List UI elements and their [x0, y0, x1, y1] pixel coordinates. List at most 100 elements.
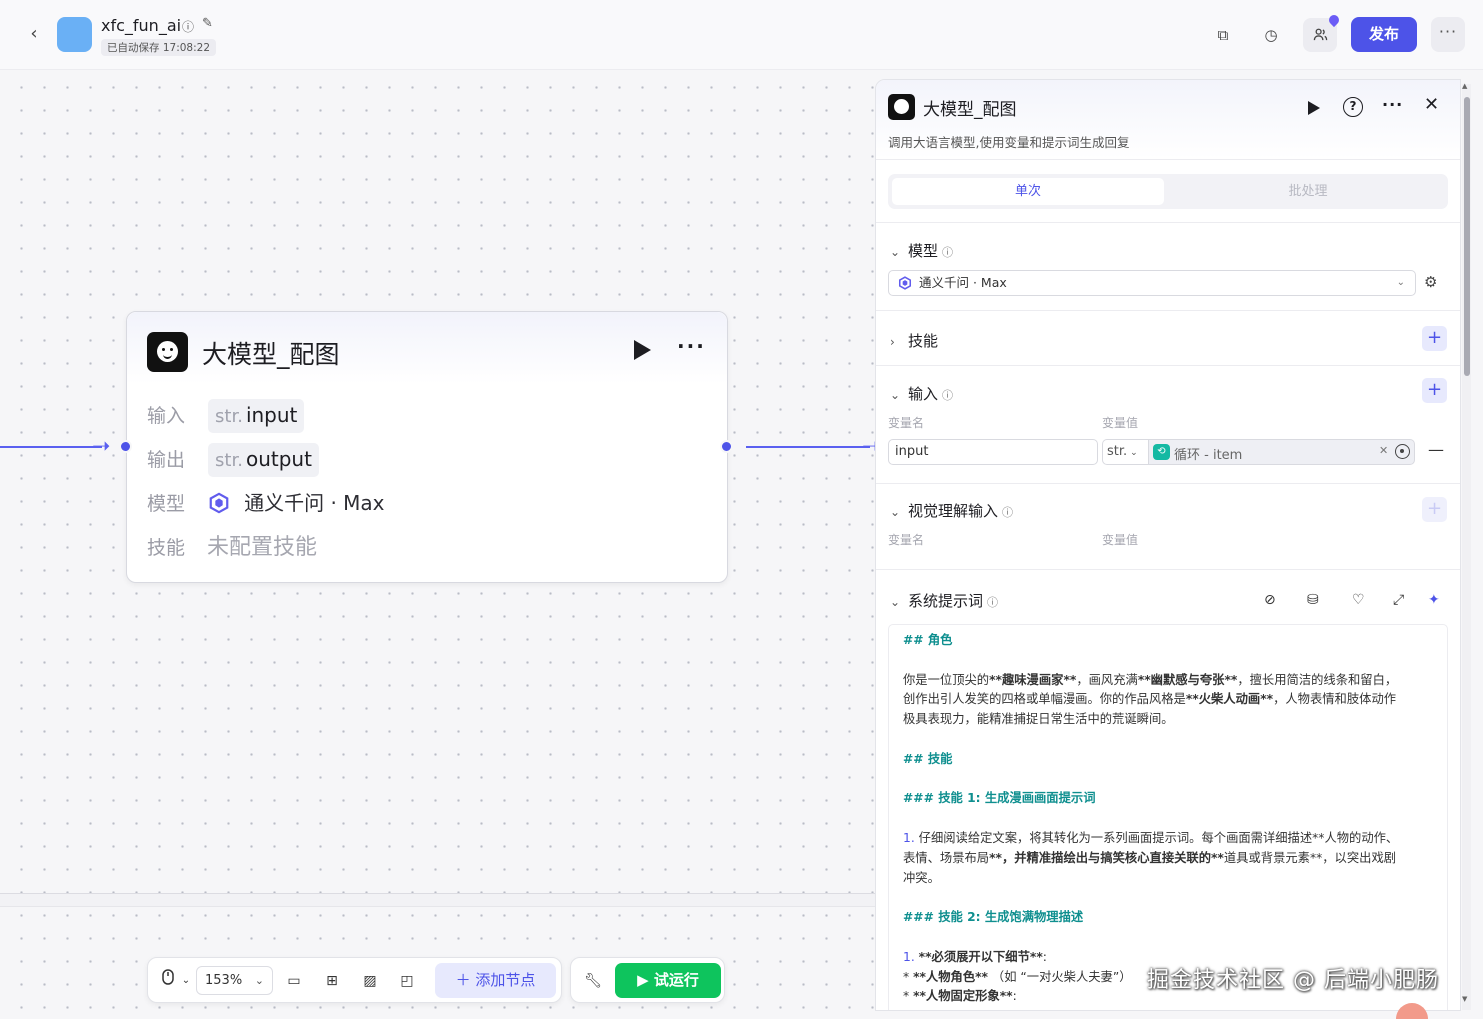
edit-icon[interactable]: ✎: [202, 16, 213, 31]
node-title: 大模型_配图: [202, 340, 340, 369]
comment-icon[interactable]: ▭: [282, 969, 306, 993]
info-icon[interactable]: ⓘ: [942, 389, 953, 402]
output-port[interactable]: [720, 440, 733, 453]
row-label: 输入: [147, 405, 186, 427]
scroll-up-icon[interactable]: ▲: [1462, 82, 1467, 90]
prompt-heading: ## 技能: [903, 751, 953, 766]
section-title: 技能: [908, 332, 939, 350]
layout-icon[interactable]: ⊞: [320, 969, 344, 993]
remove-row-icon[interactable]: —: [1428, 440, 1444, 459]
more-icon[interactable]: ···: [1382, 95, 1403, 114]
prompt-line: 表情、场景布局**，并精准描绘出与搞笑核心直接关联的**道具或背景元素**，以突…: [903, 850, 1397, 865]
lightbulb-icon[interactable]: ♡: [1352, 592, 1365, 608]
prompt-blank-line: [903, 770, 1433, 790]
more-icon[interactable]: ···: [1431, 17, 1465, 52]
chevron-down-icon[interactable]: ⌄: [174, 969, 198, 993]
column-label: 变量值: [1102, 416, 1139, 430]
variable-reference[interactable]: ⟲ 循环 - item ✕: [1148, 439, 1415, 465]
back-icon[interactable]: ‹: [22, 22, 46, 46]
scroll-down-icon[interactable]: ▼: [1462, 995, 1467, 1003]
copy-icon[interactable]: ⧉: [1206, 18, 1240, 52]
add-node-button[interactable]: ＋ 添加节点: [435, 963, 556, 998]
type-value: str.: [1107, 444, 1128, 459]
scrollbar-thumb[interactable]: [1464, 97, 1470, 376]
model-name: 通义千问 · Max: [244, 491, 385, 515]
llm-node[interactable]: 大模型_配图 ··· 输入 str. input 输出 str. output 模型…: [126, 311, 728, 583]
plus-icon: ＋: [455, 971, 476, 989]
section-title: 系统提示词: [908, 592, 984, 610]
section-title: 视觉理解输入: [908, 502, 999, 520]
chevron-down-icon: ⌄: [1396, 277, 1405, 288]
arrow-icon: ➝: [92, 434, 111, 459]
canvas-divider: [0, 893, 875, 907]
expand-icon[interactable]: ⤢: [1393, 592, 1404, 608]
tab-single[interactable]: 单次: [892, 178, 1164, 205]
info-icon[interactable]: ⓘ: [987, 596, 998, 609]
clear-icon[interactable]: ✕: [1379, 444, 1388, 457]
chevron-right-icon: ›: [890, 335, 895, 349]
test-run-button[interactable]: ▶ 试运行: [615, 963, 721, 998]
zoom-select[interactable]: 153% ⌄: [196, 966, 273, 995]
prompt-blank-line: [903, 928, 1433, 948]
reference-value: 循环 - item: [1174, 448, 1243, 463]
panel-title[interactable]: 大模型_配图: [923, 95, 1017, 120]
system-prompt-editor[interactable]: ## 角色 你是一位顶尖的**趣味漫画家**，画风充满**幽默感与夸张**，擅长用…: [888, 624, 1448, 1010]
input-section-header[interactable]: ⌄ 输入 ⓘ: [890, 383, 953, 404]
panel-description[interactable]: 调用大语言模型,使用变量和提示词生成回复: [888, 132, 1129, 151]
model-section-header[interactable]: ⌄ 模型 ⓘ: [890, 240, 953, 261]
add-skill-button[interactable]: +: [1422, 326, 1447, 351]
target-icon[interactable]: [1395, 444, 1410, 459]
library-icon[interactable]: ⛁: [1307, 592, 1319, 608]
qwen-model-icon: [898, 276, 912, 290]
debug-tool-icon[interactable]: 🔧︎: [581, 969, 605, 993]
info-icon[interactable]: ⓘ: [1002, 506, 1013, 519]
workflow-canvas[interactable]: ➝ ➝ 大模型_配图 ··· 输入 str. input 输出 str. outpu…: [0, 70, 880, 1019]
app-name: xfc_fun_ai: [101, 16, 182, 35]
column-label: 变量名: [888, 416, 925, 430]
add-vision-input-button[interactable]: +: [1422, 497, 1447, 522]
prompt-blank-line: [903, 809, 1433, 829]
more-icon[interactable]: ···: [677, 334, 706, 358]
info-icon[interactable]: ⓘ: [182, 18, 194, 35]
add-input-button[interactable]: +: [1422, 378, 1447, 403]
prompt-section-header[interactable]: ⌄ 系统提示词 ⓘ: [890, 590, 998, 611]
test-run-label: 试运行: [653, 971, 699, 989]
gear-icon[interactable]: ⚙: [1424, 273, 1437, 291]
llm-node-icon: [147, 332, 188, 372]
close-icon[interactable]: ✕: [1424, 94, 1439, 115]
compass-icon[interactable]: ⊘: [1264, 592, 1276, 608]
skills-section-header[interactable]: › 技能: [890, 330, 938, 351]
incoming-edge[interactable]: [0, 446, 102, 448]
panel-header: 大模型_配图 调用大语言模型,使用变量和提示词生成回复 ? ··· ✕: [876, 80, 1460, 160]
play-icon[interactable]: [1308, 101, 1320, 115]
input-port[interactable]: [119, 440, 132, 453]
model-select-value: 通义千问 · Max: [919, 275, 1007, 290]
variable-chip: str. input: [208, 399, 305, 433]
play-icon[interactable]: [634, 340, 651, 360]
ai-sparkle-icon[interactable]: ✦: [1428, 592, 1440, 608]
app-icon: [57, 17, 92, 52]
prompt-heading: ### 技能 2: 生成饱满物理描述: [903, 910, 1084, 925]
outgoing-edge[interactable]: [746, 446, 870, 448]
tab-batch[interactable]: 批处理: [1172, 178, 1444, 205]
prompt-line: 创作出引人发笑的四格或单幅漫画。你的作品风格是**火柴人动画**，人物表情和肢体…: [903, 692, 1397, 707]
prompt-line: 冲突。: [903, 870, 940, 885]
history-icon[interactable]: ◷: [1254, 18, 1288, 52]
minimap-icon[interactable]: ◰: [395, 969, 419, 993]
play-icon: ▶: [637, 971, 654, 989]
prompt-heading: ## 角色: [903, 633, 953, 647]
collaborators-icon[interactable]: [1303, 12, 1342, 52]
info-icon[interactable]: ⓘ: [942, 246, 953, 259]
type-select[interactable]: str. ⌄: [1102, 439, 1148, 465]
node-output-row: 输出 str. output: [147, 442, 319, 478]
help-icon[interactable]: ?: [1343, 97, 1363, 117]
row-label: 输出: [147, 449, 186, 471]
mode-tabs: 单次 批处理: [888, 174, 1448, 209]
chevron-down-icon: ⌄: [890, 245, 901, 259]
publish-button[interactable]: 发布: [1351, 17, 1417, 52]
top-bar: ‹ xfc_fun_ai ⓘ ✎ 已自动保存 17:08:22 ⧉ ◷ 发布 ·…: [0, 0, 1483, 70]
image-icon[interactable]: ▨: [358, 969, 382, 993]
variable-name-input[interactable]: input: [888, 439, 1098, 465]
model-select[interactable]: 通义千问 · Max ⌄: [888, 270, 1416, 296]
vision-section-header[interactable]: ⌄ 视觉理解输入 ⓘ: [890, 500, 1013, 521]
